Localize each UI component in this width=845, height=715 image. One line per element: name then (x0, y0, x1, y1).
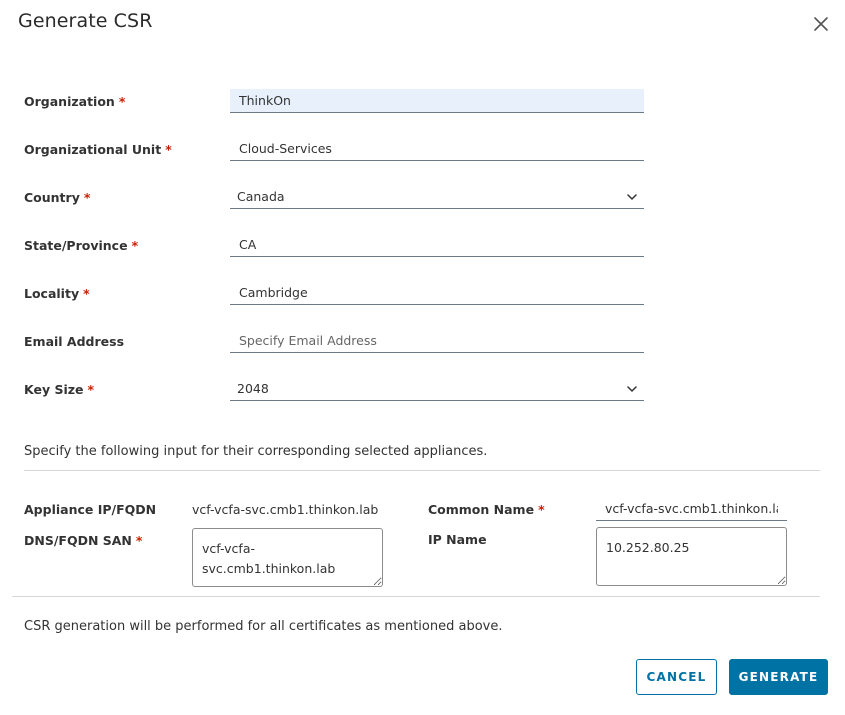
generate-csr-dialog: Generate CSR Organization* Organizationa… (0, 0, 845, 715)
key-size-label: Key Size * (24, 382, 95, 397)
generate-button[interactable]: GENERATE (729, 659, 828, 695)
email-address-row: Email Address (0, 329, 845, 355)
close-icon[interactable] (812, 15, 830, 33)
country-label: Country * (24, 190, 91, 205)
locality-input[interactable] (230, 281, 644, 305)
required-marker: * (165, 142, 172, 157)
organizational-unit-input[interactable] (230, 137, 644, 161)
dialog-title: Generate CSR (18, 10, 153, 32)
country-select[interactable]: Canada (230, 185, 644, 209)
section-divider (24, 470, 820, 471)
appliance-ip-value: vcf-vcfa-svc.cmb1.thinkon.lab (192, 502, 379, 517)
organizational-unit-label: Organizational Unit * (24, 142, 172, 157)
state-province-label: State/Province * (24, 238, 139, 253)
footer-divider (12, 596, 820, 597)
country-select-value: Canada (237, 189, 285, 204)
required-marker: * (87, 382, 95, 397)
required-marker: * (118, 94, 126, 109)
appliance-ip-label: Appliance IP/FQDN (24, 502, 157, 517)
key-size-row: Key Size * 2048 (0, 377, 845, 403)
common-name-input[interactable] (596, 497, 787, 521)
required-marker: * (83, 286, 90, 301)
required-marker: * (83, 190, 91, 205)
organizational-unit-row: Organizational Unit * (0, 137, 845, 163)
csr-generation-note: CSR generation will be performed for all… (24, 619, 503, 634)
appliances-hint: Specify the following input for their co… (24, 444, 488, 459)
dns-san-label: DNS/FQDN SAN * (24, 533, 143, 548)
dns-san-textarea[interactable]: vcf-vcfa-svc.cmb1.thinkon.lab (192, 528, 383, 587)
state-province-input[interactable] (230, 233, 644, 257)
ip-name-textarea[interactable]: 10.252.80.25 (596, 527, 787, 586)
key-size-select[interactable]: 2048 (230, 377, 644, 401)
email-address-input[interactable] (230, 329, 644, 353)
organization-row: Organization * (0, 89, 845, 115)
chevron-down-icon (626, 191, 638, 203)
chevron-down-icon (626, 383, 638, 395)
locality-row: Locality * (0, 281, 845, 307)
state-province-row: State/Province * (0, 233, 845, 259)
required-marker: * (538, 502, 545, 517)
ip-name-label: IP Name (428, 532, 487, 547)
key-size-select-value: 2048 (237, 381, 269, 396)
required-marker: * (131, 238, 139, 253)
email-address-label: Email Address (24, 334, 125, 349)
required-marker: * (135, 533, 143, 548)
cancel-button[interactable]: CANCEL (636, 659, 717, 695)
common-name-label: Common Name * (428, 502, 545, 517)
organization-input[interactable] (230, 89, 644, 113)
country-row: Country * Canada (0, 185, 845, 211)
locality-label: Locality * (24, 286, 90, 301)
organization-label: Organization * (24, 94, 126, 109)
